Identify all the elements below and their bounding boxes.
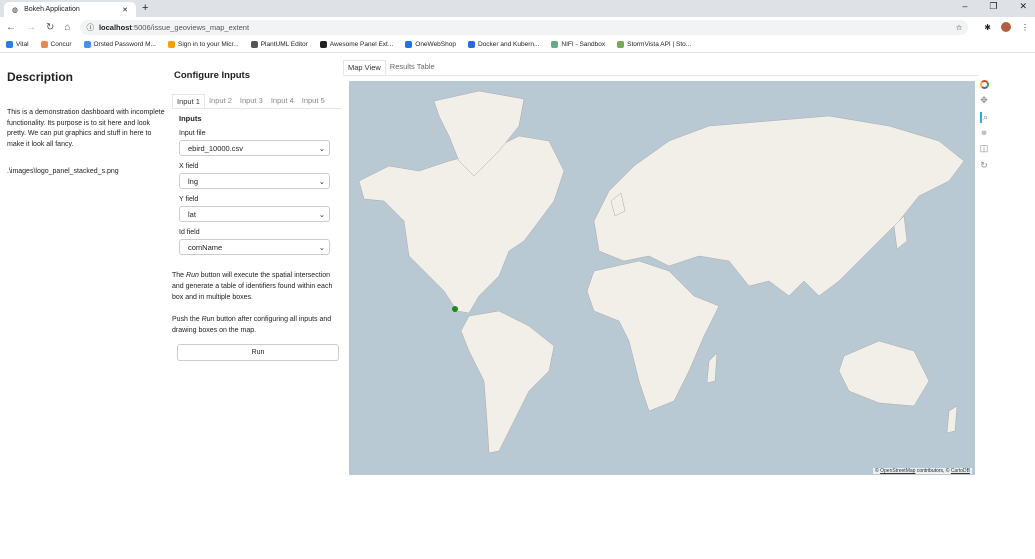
forward-icon[interactable]: → [26, 22, 36, 33]
bookmark-item[interactable]: OneWebShop [405, 41, 456, 48]
map-attribution: © OpenStreetMap contributors, © CartoDB [873, 468, 972, 474]
close-tab-icon[interactable]: ✕ [122, 6, 128, 14]
restore-icon[interactable]: ❐ [989, 1, 997, 12]
new-zealand [946, 405, 958, 434]
bookmark-icon [617, 41, 625, 48]
input-file-label: Input file [179, 130, 206, 137]
bookmarks-bar: Vital Concur Orsted Password M... Sign in t… [0, 37, 1035, 53]
description-title: Description [7, 70, 74, 84]
close-window-icon[interactable]: ✕ [1019, 1, 1027, 12]
tab-input-3[interactable]: Input 3 [236, 94, 267, 108]
bookmark-item[interactable]: PlantUML Editor [250, 41, 308, 48]
tab-input-5[interactable]: Input 5 [298, 94, 329, 108]
map-toolbar: ✥ ⌕ ⊕ ◫ ↻ [977, 80, 991, 171]
bookmark-item[interactable]: Awesome Panel Ext... [319, 41, 393, 48]
info-icon: ⓘ [86, 22, 94, 32]
bookmark-icon [40, 41, 48, 48]
tab-input-2[interactable]: Input 2 [205, 94, 236, 108]
tab-input-4[interactable]: Input 4 [267, 94, 298, 108]
bookmark-icon [405, 41, 413, 48]
pan-tool-icon[interactable]: ✥ [980, 95, 988, 106]
browser-toolbar: ← → ↻ ⌂ ⓘ localhost:5006/issue_geoviews_m… [0, 17, 1035, 37]
chevron-down-icon: ⌄ [318, 242, 325, 252]
configure-panel: Configure Inputs Input 1 Input 2 Input 3… [172, 70, 342, 361]
chevron-down-icon: ⌄ [318, 209, 325, 219]
madagascar [706, 352, 718, 384]
reload-icon[interactable]: ↻ [46, 22, 54, 33]
configure-title: Configure Inputs [174, 70, 250, 81]
bookmark-item[interactable]: Docker and Kubern... [467, 41, 539, 48]
bookmark-icon [551, 41, 559, 48]
south-america [460, 310, 555, 454]
box-edit-tool-icon[interactable]: ◫ [980, 143, 989, 154]
bookmark-item[interactable]: StormVista API | Sto... [617, 41, 691, 48]
address-bar[interactable]: ⓘ localhost:5006/issue_geoviews_map_exten… [80, 19, 969, 35]
id-field-label: Id field [179, 229, 200, 236]
bookmark-icon [250, 41, 258, 48]
browser-tab[interactable]: ◍ Bokeh Application ✕ [4, 2, 136, 17]
input-file-select[interactable]: ebird_10000.csv ⌄ [179, 140, 330, 156]
extensions-icon[interactable]: ✱ [984, 23, 991, 32]
australia [838, 340, 930, 407]
run-button[interactable]: Run [177, 344, 339, 361]
reset-tool-icon[interactable]: ↻ [980, 160, 988, 171]
logo-image-path: .\images\logo_panel_stacked_s.png [7, 168, 119, 175]
globe-icon: ◍ [12, 6, 19, 14]
tab-map-view[interactable]: Map View [343, 60, 386, 75]
description-panel: Description This is a demonstration dash… [7, 70, 167, 175]
bookmark-icon [6, 41, 13, 48]
africa [586, 260, 720, 412]
map-panel: Map View Results Table © OpenStreetMap c… [343, 60, 978, 480]
y-field-label: Y field [179, 196, 199, 203]
bookmark-item[interactable]: Vital [6, 41, 29, 48]
new-tab-button[interactable]: + [142, 2, 148, 14]
input-tabs: Input 1 Input 2 Input 3 Input 4 Input 5 [172, 94, 342, 109]
carto-link[interactable]: CartoDB [951, 468, 970, 474]
chevron-down-icon: ⌄ [318, 176, 325, 186]
bookmark-icon [319, 41, 327, 48]
avatar[interactable] [1001, 22, 1011, 32]
wheel-zoom-tool-icon[interactable]: ⊕ [981, 129, 987, 137]
bookmark-icon [168, 41, 175, 48]
x-field-label: X field [179, 163, 199, 170]
bokeh-logo-icon[interactable] [979, 80, 989, 89]
x-field-select[interactable]: lng ⌄ [179, 173, 330, 189]
bookmark-icon [467, 41, 475, 48]
browser-tabbar: ◍ Bokeh Application ✕ + – ❐ ✕ [0, 0, 1035, 17]
home-icon[interactable]: ⌂ [64, 22, 70, 33]
tab-input-1[interactable]: Input 1 [172, 94, 205, 108]
bookmark-item[interactable]: Orsted Password M... [83, 41, 156, 48]
tab-results-table[interactable]: Results Table [386, 60, 439, 75]
id-field-select[interactable]: comName ⌄ [179, 239, 330, 255]
bookmark-item[interactable]: Concur [40, 41, 72, 48]
menu-icon[interactable]: ⋮ [1021, 23, 1029, 32]
osm-link[interactable]: OpenStreetMap [880, 468, 915, 474]
minimize-icon[interactable]: – [962, 1, 967, 12]
bookmark-item[interactable]: Sign in to your Micr... [168, 41, 239, 48]
star-icon[interactable]: ☆ [956, 23, 963, 32]
chevron-down-icon: ⌄ [318, 143, 325, 153]
description-text: This is a demonstration dashboard with i… [7, 109, 165, 148]
inputs-heading: Inputs [179, 114, 202, 123]
bookmark-icon [83, 41, 91, 48]
back-icon[interactable]: ← [6, 22, 16, 33]
run-help-text: The Run button will execute the spatial … [172, 272, 333, 301]
box-zoom-tool-icon[interactable]: ⌕ [979, 112, 988, 123]
push-help-text: Push the Run button after configuring al… [172, 316, 332, 334]
world-map[interactable]: © OpenStreetMap contributors, © CartoDB [349, 81, 975, 475]
bookmark-item[interactable]: NIFI - Sandbox [551, 41, 605, 48]
y-field-select[interactable]: lat ⌄ [179, 206, 330, 222]
data-point [452, 306, 458, 312]
map-basemap [358, 90, 965, 454]
